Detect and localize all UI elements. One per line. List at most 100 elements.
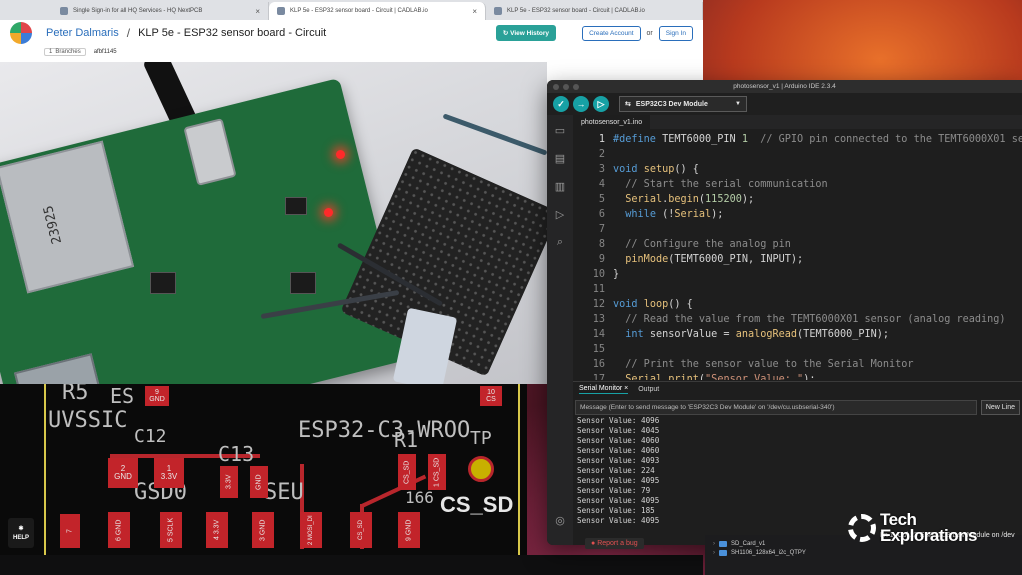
- serial-output-line: Sensor Value: 4060: [577, 446, 660, 455]
- view-history-button[interactable]: ↻ View History: [495, 25, 557, 41]
- line-number: 2: [598, 149, 605, 160]
- watermark-text: Tech Explorations: [880, 511, 977, 544]
- code-line[interactable]: 8 // Configure the analog pin: [573, 237, 1022, 252]
- code-line[interactable]: 11: [573, 282, 1022, 297]
- tab-label: KLP 5e - ESP32 sensor board - Circuit | …: [507, 8, 645, 14]
- code-editor[interactable]: 1 #define TEMT6000_PIN 1 // GPIO pin conn…: [573, 132, 1022, 380]
- browser-tab[interactable]: Single Sign-in for all HQ Services - HQ …: [52, 2, 269, 20]
- code-line[interactable]: 2: [573, 147, 1022, 162]
- pcb-layout-view[interactable]: R5 ES UVSSIC C12 C13 ESP32-C3-WROO R1 TP…: [0, 384, 527, 555]
- upload-button[interactable]: →: [573, 96, 589, 112]
- code-line[interactable]: 6 while (!Serial);: [573, 207, 1022, 222]
- code-line[interactable]: 10}: [573, 267, 1022, 282]
- favicon-icon: [494, 7, 502, 15]
- silk-label: 166: [405, 488, 434, 507]
- close-icon[interactable]: ×: [472, 7, 477, 16]
- pcb-pad[interactable]: 2 MOSI_DI: [300, 512, 322, 548]
- tab-output[interactable]: Output: [638, 386, 659, 393]
- pcb-pad[interactable]: 10 CS: [480, 386, 502, 406]
- close-icon[interactable]: ×: [255, 7, 260, 16]
- cadlab-logo[interactable]: [10, 22, 32, 44]
- search-icon[interactable]: ⌕: [553, 235, 567, 249]
- code-line[interactable]: 17 Serial.print("Sensor Value: ");: [573, 372, 1022, 380]
- pcb-pad[interactable]: 9 GND: [145, 386, 169, 406]
- line-number: 16: [592, 359, 605, 370]
- pcb-pad[interactable]: 4 3.3V: [206, 512, 228, 548]
- serial-output-line: Sensor Value: 4096: [577, 416, 660, 425]
- browser-tab-bar: Single Sign-in for all HQ Services - HQ …: [0, 0, 703, 20]
- finder-item[interactable]: › SH1106_128x64_i2c_QTPY: [713, 548, 1014, 557]
- line-number: 11: [592, 284, 605, 295]
- serial-message-input[interactable]: Message (Enter to send message to 'ESP32…: [575, 399, 977, 415]
- board-photo: 23925: [0, 62, 547, 384]
- sign-in-button[interactable]: Sign In: [658, 25, 693, 41]
- pcb-pad[interactable]: CS_SD: [350, 512, 372, 548]
- pcb-pad[interactable]: 2 GND: [108, 458, 138, 488]
- commit-hash[interactable]: afbf1145: [94, 49, 117, 55]
- debug-button[interactable]: ▷: [593, 96, 609, 112]
- library-manager-icon[interactable]: ▥: [553, 179, 567, 193]
- ide-window-title: photosensor_v1 | Arduino IDE 2.3.4: [733, 83, 836, 90]
- code-line[interactable]: 7: [573, 222, 1022, 237]
- profile-icon[interactable]: ◎: [553, 513, 567, 527]
- code-line[interactable]: 3 void setup() {: [573, 162, 1022, 177]
- help-icon: ✱: [18, 526, 24, 532]
- code-line[interactable]: 13 // Read the value from the TEMT6000X0…: [573, 312, 1022, 327]
- pcb-pad[interactable]: 3.3V: [220, 466, 238, 498]
- jumper-wire: [442, 113, 547, 156]
- debug-icon[interactable]: ▷: [553, 207, 567, 221]
- folder-icon[interactable]: ▭: [553, 123, 567, 137]
- branches-label: Branches: [55, 49, 81, 55]
- pcb-pad[interactable]: GND: [250, 466, 268, 498]
- pcb-pad[interactable]: 3 GND: [252, 512, 274, 548]
- pcb-pad[interactable]: 6 GND: [108, 512, 130, 548]
- create-account-button[interactable]: Create Account: [582, 25, 641, 41]
- report-bug-button[interactable]: ● Report a bug: [585, 538, 644, 549]
- line-number: 8: [598, 239, 605, 250]
- panel-tabs: Serial Monitor × Output: [573, 382, 1022, 396]
- code-text: Serial.print("Sensor Value: ");: [625, 374, 816, 380]
- code-text: #define TEMT6000_PIN 1 // GPIO pin conne…: [613, 134, 1022, 145]
- branches-selector[interactable]: 1 Branches: [44, 48, 86, 56]
- pcb-pad[interactable]: 1 CS_SD: [428, 454, 446, 490]
- chip: [290, 272, 316, 294]
- code-line[interactable]: 4 // Start the serial communication: [573, 177, 1022, 192]
- tab-serial-monitor[interactable]: Serial Monitor ×: [579, 385, 629, 394]
- breadcrumb-user[interactable]: Peter Dalmaris: [46, 27, 119, 39]
- verify-button[interactable]: ✓: [553, 96, 569, 112]
- pcb-pad[interactable]: 7: [60, 514, 80, 548]
- code-text: void setup() {: [613, 164, 699, 175]
- line-number: 3: [598, 164, 605, 175]
- code-text: while (!Serial);: [625, 209, 724, 220]
- silk-label: C13: [218, 442, 255, 466]
- close-icon[interactable]: ×: [624, 385, 628, 392]
- pcb-pad[interactable]: CS_SD: [398, 454, 416, 490]
- tab-label: KLP 5e - ESP32 sensor board - Circuit | …: [290, 8, 428, 14]
- code-line[interactable]: 14 int sensorValue = analogRead(TEMT6000…: [573, 327, 1022, 342]
- ide-body: ▭ ▤ ▥ ▷ ⌕ ◎ photosensor_v1.ino 1 #define …: [547, 115, 1022, 545]
- code-line[interactable]: 5 Serial.begin(115200);: [573, 192, 1022, 207]
- browser-tab[interactable]: KLP 5e - ESP32 sensor board - Circuit | …: [486, 2, 703, 20]
- boards-manager-icon[interactable]: ▤: [553, 151, 567, 165]
- code-line[interactable]: 15: [573, 342, 1022, 357]
- breadcrumb-project: KLP 5e - ESP32 sensor board - Circuit: [138, 27, 327, 39]
- help-label: HELP: [12, 535, 29, 541]
- help-button[interactable]: ✱ HELP: [8, 518, 34, 548]
- editor-area: photosensor_v1.ino 1 #define TEMT6000_PIN…: [573, 115, 1022, 545]
- pcb-pad[interactable]: 5 SCLK: [160, 512, 182, 548]
- silk-label: R1: [394, 428, 419, 452]
- code-line[interactable]: 12 void loop() {: [573, 297, 1022, 312]
- code-line[interactable]: 9 pinMode(TEMT6000_PIN, INPUT);: [573, 252, 1022, 267]
- test-point[interactable]: [468, 456, 494, 482]
- line-ending-select[interactable]: New Line: [980, 399, 1020, 415]
- finder-item-label: SD_Card_v1: [731, 540, 766, 547]
- pcb-pad[interactable]: 9 GND: [398, 512, 420, 548]
- code-line[interactable]: 16 // Print the sensor value to the Seri…: [573, 357, 1022, 372]
- code-text: // Start the serial communication: [625, 179, 828, 190]
- code-line[interactable]: 1 #define TEMT6000_PIN 1 // GPIO pin conn…: [573, 132, 1022, 147]
- pcb-pad[interactable]: 1 3.3V: [154, 458, 184, 488]
- browser-tab-active[interactable]: KLP 5e - ESP32 sensor board - Circuit | …: [269, 2, 486, 20]
- board-selector[interactable]: ⇆ ESP32C3 Dev Module ▼: [619, 96, 747, 112]
- chevron-down-icon: ▼: [735, 101, 741, 107]
- file-tab[interactable]: photosensor_v1.ino: [573, 115, 651, 129]
